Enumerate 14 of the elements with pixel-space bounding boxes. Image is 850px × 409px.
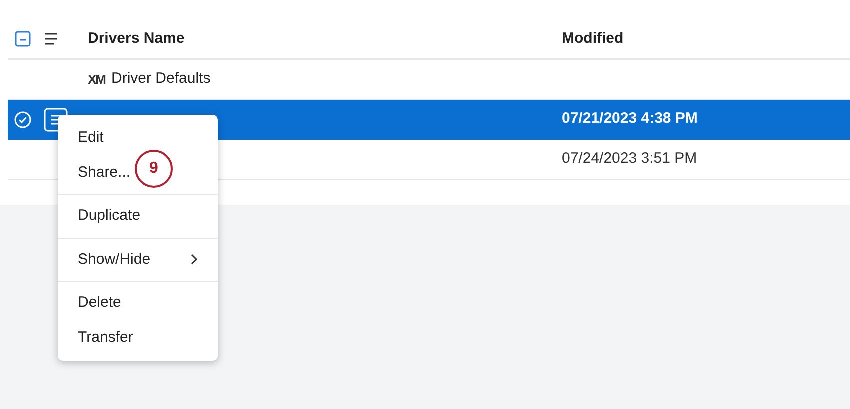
logo: XM	[88, 70, 106, 89]
menu-icon[interactable]	[44, 33, 58, 45]
chevron-right-icon	[191, 254, 198, 266]
menu-item[interactable]: Show/Hide	[58, 242, 218, 277]
modified-date: 07/21/2023 4:38 PM	[562, 110, 698, 128]
menu-item[interactable]: Duplicate	[58, 199, 218, 234]
check-circle-icon[interactable]	[14, 110, 32, 128]
column-header[interactable]: Drivers Name	[88, 28, 185, 50]
select-all-checkbox[interactable]	[15, 31, 31, 47]
column-header[interactable]: Modified	[562, 30, 624, 47]
driver-name: Driver Defaults	[112, 69, 211, 90]
modified-date: 07/24/2023 3:51 PM	[562, 150, 698, 168]
menu-item[interactable]: Transfer	[58, 320, 218, 355]
menu-item[interactable]: Delete	[58, 286, 218, 320]
